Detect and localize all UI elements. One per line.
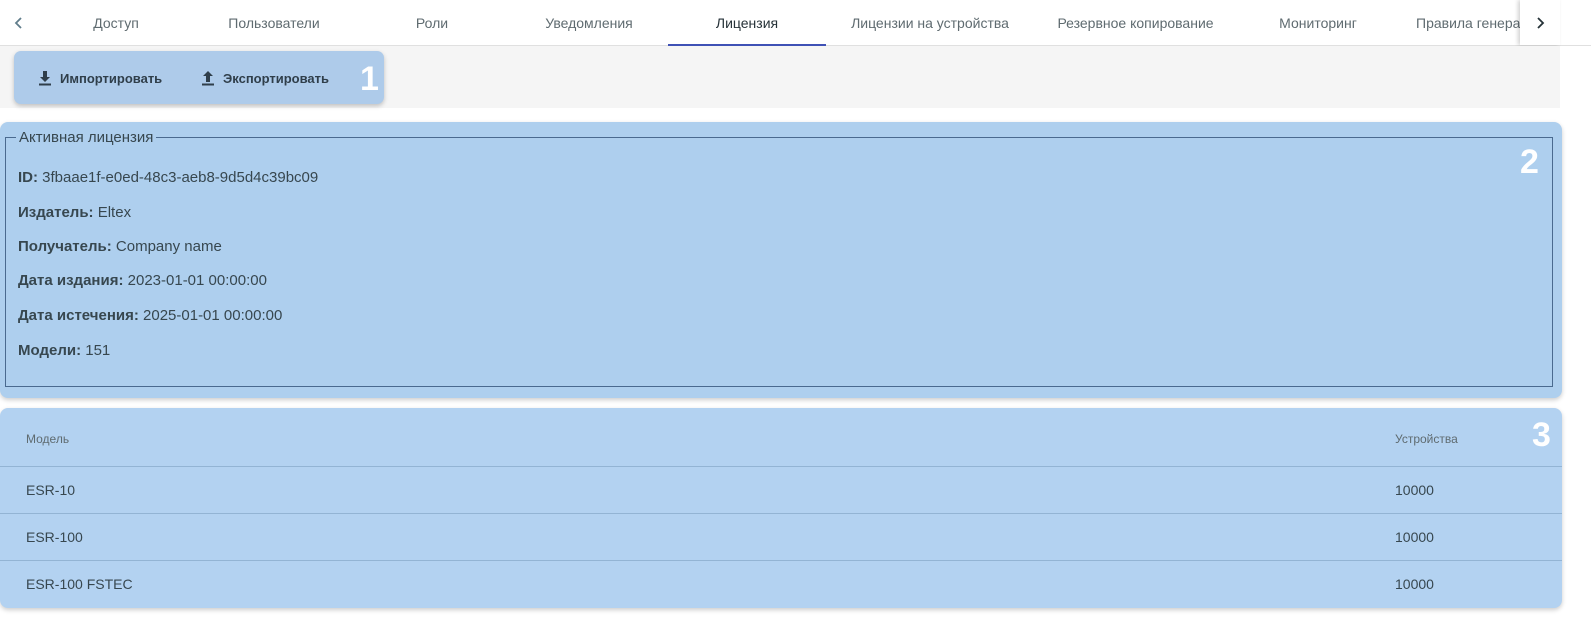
license-models-label: Модели: xyxy=(18,342,82,359)
tabs-prev-button[interactable] xyxy=(0,0,38,45)
column-header-devices[interactable]: Устройства xyxy=(1395,432,1458,446)
license-issue-date-value: 2023-01-01 00:00:00 xyxy=(127,272,267,289)
tab-notifications[interactable]: Уведомления xyxy=(523,0,655,46)
license-expiry-date-label: Дата истечения: xyxy=(18,307,139,324)
license-id-value: 3fbaae1f-e0ed-48c3-aeb8-9d5d4c39bc09 xyxy=(42,169,319,186)
marker-table: 3 xyxy=(1532,416,1551,454)
license-recipient-label: Получатель: xyxy=(18,238,112,255)
tab-monitoring[interactable]: Мониторинг xyxy=(1258,0,1378,46)
devices-cell: 10000 xyxy=(1395,529,1434,545)
license-models-value: 151 xyxy=(85,342,111,359)
table-row[interactable]: ESR-100 10000 xyxy=(0,513,1562,560)
marker-license: 2 xyxy=(1520,143,1539,181)
download-icon xyxy=(39,71,51,86)
tab-generation-rules[interactable]: Правила генера xyxy=(1416,0,1520,46)
tabs-viewport: Доступ Пользователи Роли Уведомления Лиц… xyxy=(38,0,1520,46)
model-cell: ESR-100 FSTEC xyxy=(26,576,133,592)
license-recipient-value: Company name xyxy=(115,238,222,255)
column-header-model[interactable]: Модель xyxy=(26,432,69,446)
devices-cell: 10000 xyxy=(1395,482,1434,498)
tab-access[interactable]: Доступ xyxy=(56,0,176,46)
license-issuer-value: Eltex xyxy=(97,204,132,221)
tab-license[interactable]: Лицензия xyxy=(668,0,826,46)
model-cell: ESR-100 xyxy=(26,529,83,545)
chevron-left-icon xyxy=(14,16,22,29)
devices-cell: 10000 xyxy=(1395,576,1434,592)
upload-icon xyxy=(202,71,214,86)
license-issue-date-row: Дата издания: 2023-01-01 00:00:00 xyxy=(18,272,267,289)
license-expiry-date-value: 2025-01-01 00:00:00 xyxy=(143,307,283,324)
license-models-row: Модели: 151 xyxy=(18,342,110,359)
license-issuer-row: Издатель: Eltex xyxy=(18,204,131,221)
import-label: Импортировать xyxy=(60,70,163,86)
license-legend: Активная лицензия xyxy=(16,129,157,146)
license-issue-date-label: Дата издания: xyxy=(18,272,124,289)
tab-backup[interactable]: Резервное копирование xyxy=(1048,0,1223,46)
table-row[interactable]: ESR-10 10000 xyxy=(0,466,1562,513)
import-button[interactable]: Импортировать xyxy=(37,66,162,90)
license-id-label: ID: xyxy=(18,169,38,186)
models-table: Модель Устройства ESR-10 10000 ESR-100 1… xyxy=(0,408,1562,608)
model-cell: ESR-10 xyxy=(26,482,76,498)
tab-roles[interactable]: Роли xyxy=(373,0,491,46)
tab-device-licenses[interactable]: Лицензии на устройства xyxy=(841,0,1019,46)
license-recipient-row: Получатель: Company name xyxy=(18,238,222,255)
tabs-next-button[interactable] xyxy=(1520,0,1560,45)
license-expiry-date-row: Дата истечения: 2025-01-01 00:00:00 xyxy=(18,307,282,324)
license-id-row: ID: 3fbaae1f-e0ed-48c3-aeb8-9d5d4c39bc09 xyxy=(18,169,318,186)
export-button[interactable]: Экспортировать xyxy=(200,66,329,90)
license-issuer-label: Издатель: xyxy=(18,204,94,221)
tab-bar: Доступ Пользователи Роли Уведомления Лиц… xyxy=(0,0,1591,46)
tab-users[interactable]: Пользователи xyxy=(208,0,340,46)
chevron-right-icon xyxy=(1537,16,1545,29)
export-label: Экспортировать xyxy=(223,70,330,86)
table-row[interactable]: ESR-100 FSTEC 10000 xyxy=(0,560,1562,607)
marker-toolbar: 1 xyxy=(360,60,379,98)
